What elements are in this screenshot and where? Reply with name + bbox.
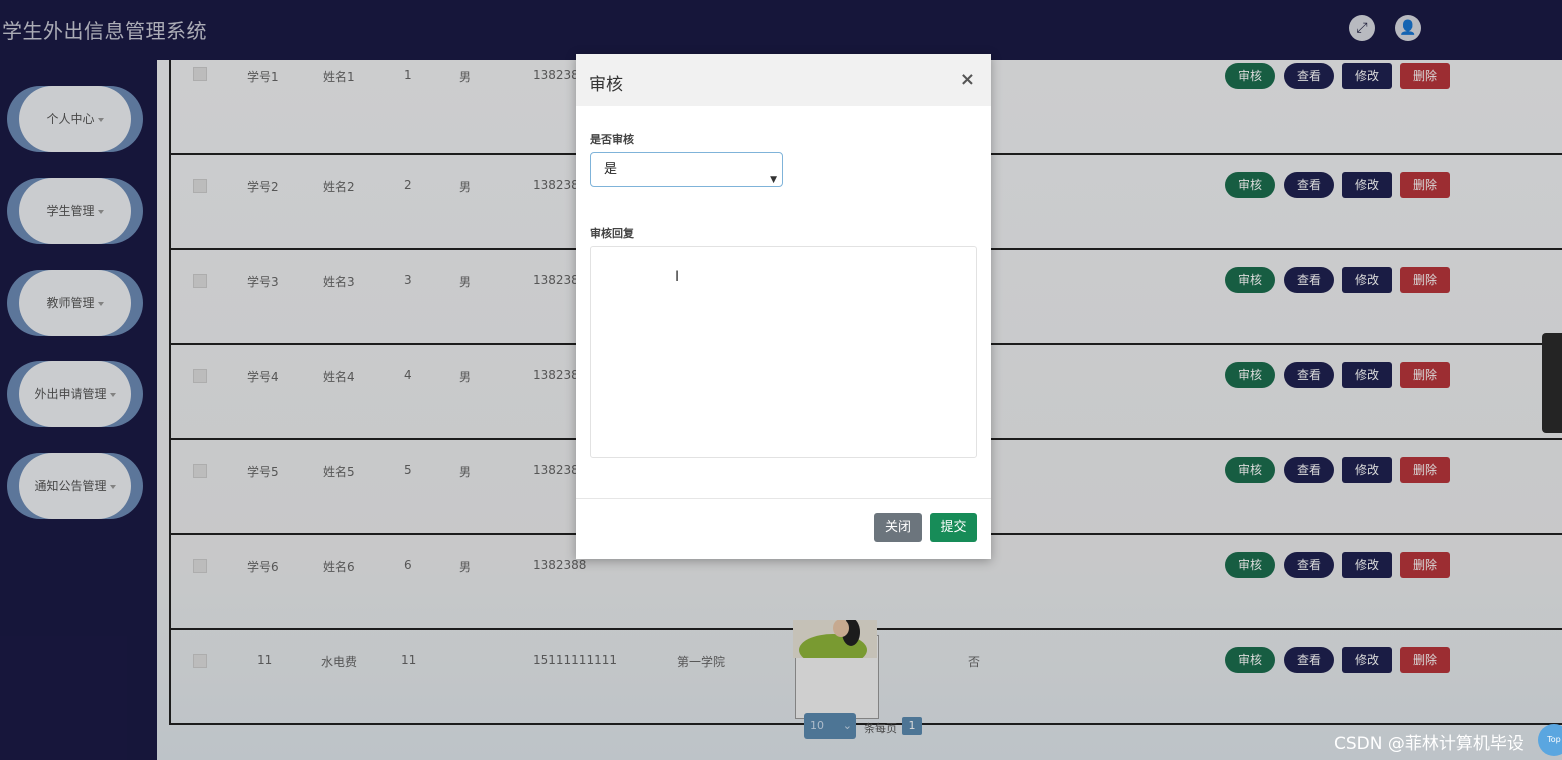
modal-title: 审核 xyxy=(589,75,623,95)
back-to-top-button[interactable]: Top xyxy=(1538,724,1562,756)
close-icon[interactable]: × xyxy=(960,69,975,90)
text-cursor-icon: I xyxy=(675,269,680,285)
audit-modal: 审核 × 是否审核 是 ▼ 审核回复 I 关闭 提交 xyxy=(576,54,991,559)
audit-status-select[interactable]: 是 ▼ xyxy=(590,152,783,187)
audit-reply-textarea[interactable]: I xyxy=(590,246,977,458)
audit-status-value: 是 xyxy=(604,162,618,177)
watermark: CSDN @菲林计算机毕设 xyxy=(1334,734,1524,754)
modal-footer: 关闭 提交 xyxy=(576,498,991,560)
modal-header: 审核 × xyxy=(576,54,991,106)
chevron-down-icon: ▼ xyxy=(770,175,777,185)
submit-button[interactable]: 提交 xyxy=(930,513,977,542)
audit-reply-label: 审核回复 xyxy=(590,227,634,240)
audit-status-label: 是否审核 xyxy=(590,133,634,146)
close-button[interactable]: 关闭 xyxy=(874,513,922,542)
